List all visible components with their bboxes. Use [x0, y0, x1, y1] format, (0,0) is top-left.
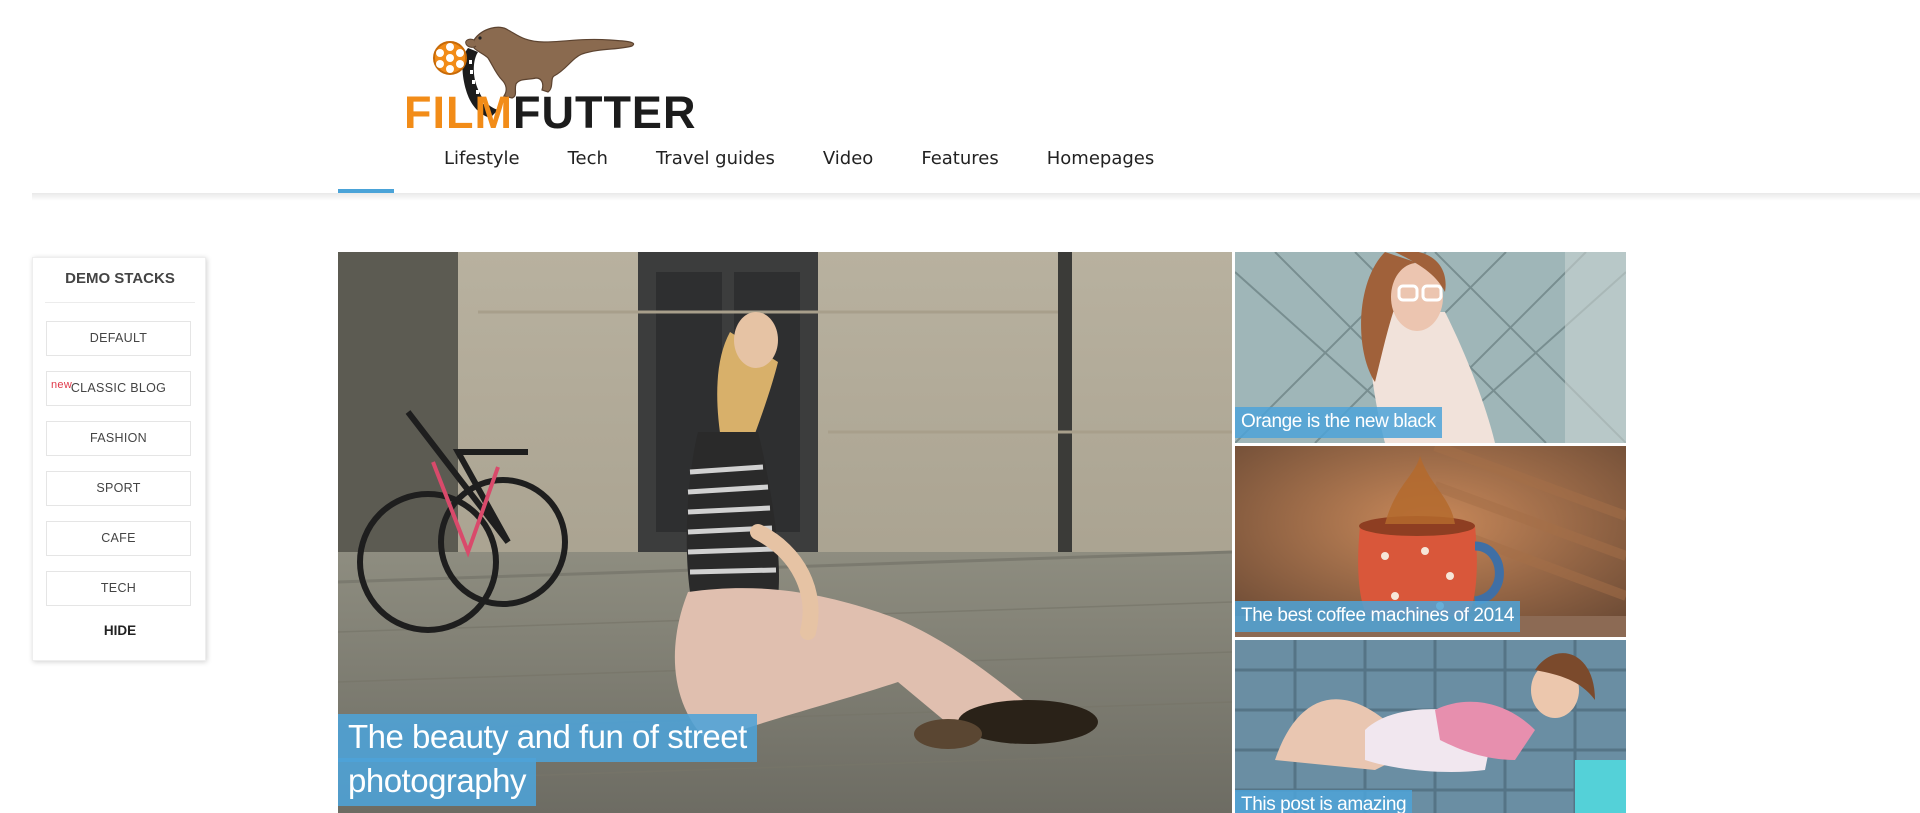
hide-demo-stacks-button[interactable]: HIDE [33, 623, 207, 638]
featured-side-post-2[interactable]: The best coffee machines of 2014 [1235, 446, 1626, 637]
side-post-1-title[interactable]: Orange is the new black [1235, 407, 1442, 438]
woman-on-lounge-chair-image [1235, 640, 1626, 813]
demo-stack-label: TECH [100, 581, 137, 595]
demo-stack-sport-button[interactable]: SPORT [46, 471, 191, 506]
demo-stack-cafe-button[interactable]: CAFE [46, 521, 191, 556]
nav-item-lifestyle[interactable]: Lifestyle [444, 148, 520, 178]
nav-item-homepages[interactable]: Homepages [1047, 148, 1155, 178]
demo-stack-label: DEFAULT [89, 331, 148, 345]
demo-stack-label: SPORT [96, 481, 141, 495]
hero-title-line-1[interactable]: The beauty and fun of street [338, 714, 757, 762]
demo-stack-classic-blog-button[interactable]: new CLASSIC BLOG [46, 371, 191, 406]
nav-item-video[interactable]: Video [823, 148, 873, 178]
hero-title-line-2[interactable]: photography [338, 758, 536, 806]
logo-wordmark: FILMFUTTER [404, 90, 696, 135]
demo-stack-default-button[interactable]: DEFAULT [46, 321, 191, 356]
demo-stack-fashion-button[interactable]: FASHION [46, 421, 191, 456]
main-navigation: Lifestyle Tech Travel guides Video Featu… [444, 148, 1202, 178]
featured-side-post-3[interactable]: This post is amazing [1235, 640, 1626, 813]
logo-film-text: FILM [404, 87, 513, 138]
new-badge: new [51, 379, 73, 391]
featured-hero-post[interactable]: The beauty and fun of street photography [338, 252, 1232, 813]
demo-stacks-panel: DEMO STACKS DEFAULT new CLASSIC BLOG FAS… [32, 257, 206, 661]
demo-stack-label: FASHION [90, 431, 147, 445]
logo-futter-text: FUTTER [512, 87, 697, 138]
demo-stack-tech-button[interactable]: TECH [46, 571, 191, 606]
nav-item-features[interactable]: Features [921, 148, 998, 178]
header-divider [32, 193, 1920, 201]
featured-side-post-1[interactable]: Orange is the new black [1235, 252, 1626, 443]
demo-stacks-title: DEMO STACKS [65, 270, 175, 287]
demo-stacks-divider [45, 302, 195, 303]
side-post-2-title[interactable]: The best coffee machines of 2014 [1235, 601, 1521, 632]
nav-item-travel-guides[interactable]: Travel guides [656, 148, 775, 178]
nav-item-tech[interactable]: Tech [568, 148, 608, 178]
site-logo[interactable]: FILMFUTTER [404, 18, 695, 136]
site-header: FILMFUTTER Lifestyle Tech Travel guides … [0, 0, 1920, 195]
side-post-3-title[interactable]: This post is amazing [1235, 790, 1413, 813]
demo-stack-label: CLASSIC BLOG [70, 381, 167, 395]
demo-stack-label: CAFE [101, 531, 136, 545]
